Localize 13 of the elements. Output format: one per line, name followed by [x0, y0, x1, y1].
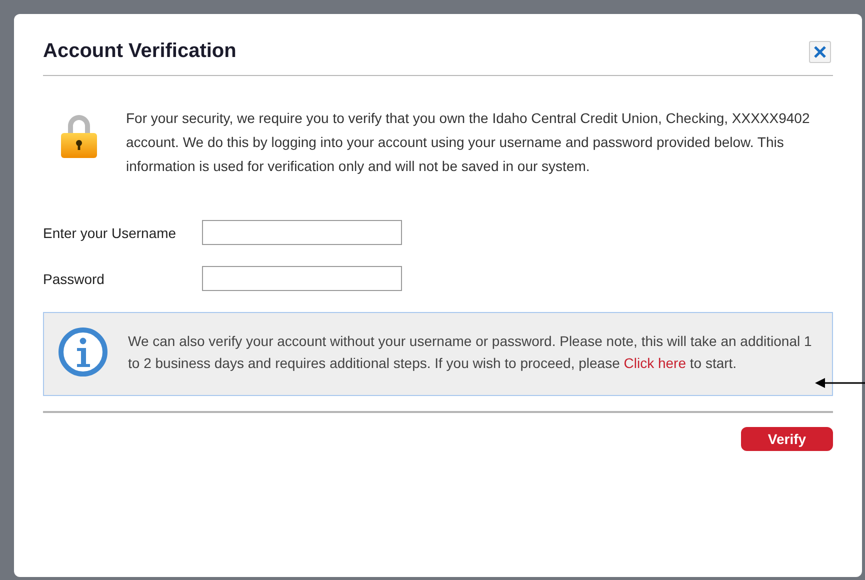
close-icon [813, 44, 827, 58]
field-label: Password [43, 270, 106, 286]
verify-button[interactable]: Verify [741, 427, 833, 451]
info-icon [58, 327, 108, 377]
close-button[interactable] [809, 40, 831, 62]
click-here-link[interactable]: Click here [624, 355, 686, 371]
security-notice: For your security, we require you to verify that you own the Idaho Central Credit Union, Checking, XXXXX9402 account. We do this by logging into your account using your username and password provided below. This information is used for verification only and will not be saved in our system. [126, 109, 811, 176]
dialog-title: Account Verification [43, 40, 236, 63]
field-label: Enter your Username [43, 224, 178, 240]
input-field[interactable] [202, 220, 402, 245]
input-field[interactable] [202, 266, 402, 291]
info-text: We can also verify your account without your username or password. Please note, this will take an additional 1 to 2 business days and requires additional steps. If you wish to proceed, please Click here to start. [128, 332, 813, 373]
annotation-arrow [815, 377, 865, 389]
